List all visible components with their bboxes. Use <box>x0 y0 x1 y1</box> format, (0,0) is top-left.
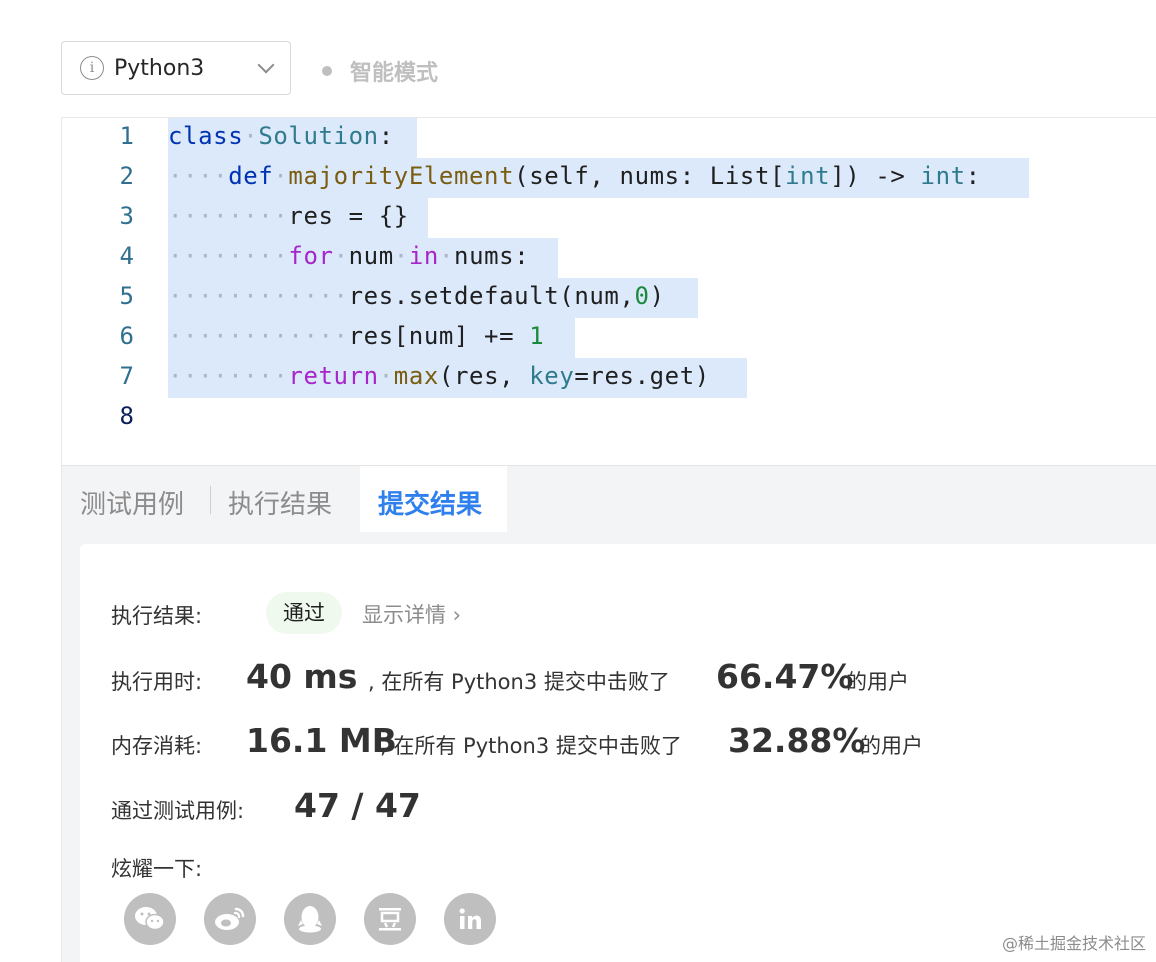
status-badge: 通过 <box>266 592 342 634</box>
code-text: ········return·max(res, key=res.get) <box>168 362 710 390</box>
mode-status-dot <box>322 66 332 76</box>
linkedin-icon <box>459 908 481 929</box>
submission-result-card: 执行结果: 通过 显示详情 › 执行用时: 40 ms , 在所有 Python… <box>80 544 1156 962</box>
memory-label: 内存消耗: <box>111 734 203 758</box>
code-line: 4 ········for·num·in·nums: <box>62 238 1156 278</box>
runtime-value: 40 ms <box>246 657 358 696</box>
memory-suffix: 的用户 <box>860 734 923 758</box>
memory-text: , 在所有 Python3 提交中击败了 <box>380 734 682 758</box>
line-number: 5 <box>119 282 134 310</box>
code-line: 5 ············res.setdefault(num,0) <box>62 278 1156 318</box>
show-details-link[interactable]: 显示详情 › <box>362 599 461 629</box>
mode-label: 智能模式 <box>350 61 439 86</box>
line-number: 8 <box>119 402 134 430</box>
code-line: 8 <box>62 398 1156 438</box>
code-text: ············res[num] += 1 <box>168 322 545 350</box>
douban-icon <box>379 908 401 931</box>
wechat-icon <box>135 907 165 931</box>
weibo-icon <box>215 907 245 930</box>
code-editor[interactable]: 1 class·Solution: 2 ····def·majorityElem… <box>61 117 1156 465</box>
wechat-share-button[interactable] <box>124 893 176 945</box>
language-select[interactable]: i Python3 <box>61 41 291 95</box>
smart-mode-toggle[interactable]: 智能模式 <box>322 55 438 87</box>
qq-icon <box>298 906 322 933</box>
code-text: ········res = {} <box>168 202 409 230</box>
weibo-share-button[interactable] <box>204 893 256 945</box>
chevron-down-icon <box>257 56 275 74</box>
info-icon: i <box>80 56 104 80</box>
share-label: 炫耀一下: <box>111 857 203 881</box>
language-label: Python3 <box>114 55 205 81</box>
result-tabs: 测试用例 执行结果 提交结果 <box>61 465 1156 533</box>
code-line: 7 ········return·max(res, key=res.get) <box>62 358 1156 398</box>
line-number: 6 <box>119 322 134 350</box>
code-line: 2 ····def·majorityElement(self, nums: Li… <box>62 158 1156 198</box>
line-number: 2 <box>119 162 134 190</box>
code-text: class·Solution: <box>168 122 394 150</box>
line-number: 7 <box>119 362 134 390</box>
testcases-value: 47 / 47 <box>294 786 421 825</box>
code-line: 3 ········res = {} <box>62 198 1156 238</box>
code-text: ············res.setdefault(num,0) <box>168 282 665 310</box>
line-number: 3 <box>119 202 134 230</box>
tab-divider <box>210 486 211 514</box>
line-number: 4 <box>119 242 134 270</box>
testcases-label: 通过测试用例: <box>111 799 245 823</box>
runtime-percent: 66.47% <box>716 657 854 696</box>
status-label: 执行结果: <box>111 604 203 628</box>
tab-submit-result[interactable]: 提交结果 <box>378 484 482 521</box>
tab-run-result[interactable]: 执行结果 <box>228 484 332 521</box>
douban-share-button[interactable] <box>364 893 416 945</box>
qq-share-button[interactable] <box>284 893 336 945</box>
line-number: 1 <box>119 122 134 150</box>
memory-value: 16.1 MB <box>246 721 397 760</box>
linkedin-share-button[interactable] <box>444 893 496 945</box>
code-line: 6 ············res[num] += 1 <box>62 318 1156 358</box>
runtime-text: , 在所有 Python3 提交中击败了 <box>368 670 670 694</box>
runtime-suffix: 的用户 <box>846 670 909 694</box>
code-text: ····def·majorityElement(self, nums: List… <box>168 162 981 190</box>
code-line: 1 class·Solution: <box>62 118 1156 158</box>
code-text: ········for·num·in·nums: <box>168 242 530 270</box>
runtime-label: 执行用时: <box>111 670 203 694</box>
result-panel: 执行结果: 通过 显示详情 › 执行用时: 40 ms , 在所有 Python… <box>61 532 1156 962</box>
tab-testcases[interactable]: 测试用例 <box>80 484 184 521</box>
watermark: @稀土掘金技术社区 <box>1001 934 1146 953</box>
memory-percent: 32.88% <box>728 721 866 760</box>
